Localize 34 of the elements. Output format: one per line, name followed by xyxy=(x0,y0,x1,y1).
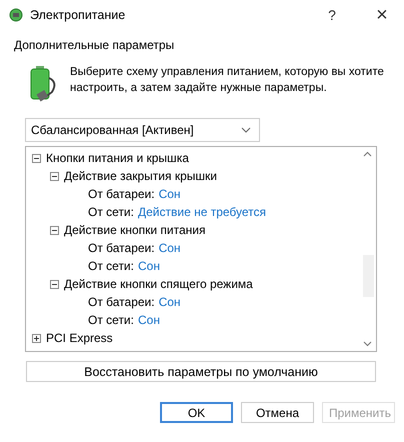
tree-item[interactable]: Действие закрытия крышки xyxy=(64,169,217,183)
setting-label: От сети: xyxy=(88,205,134,219)
setting-label: От батареи: xyxy=(88,295,155,309)
collapse-icon[interactable] xyxy=(50,226,59,234)
setting-label: От батареи: xyxy=(88,241,155,255)
collapse-icon[interactable] xyxy=(50,280,59,288)
setting-value[interactable]: Действие не требуется xyxy=(138,205,266,219)
setting-label: От батареи: xyxy=(88,187,155,201)
tree-item[interactable]: Кнопки питания и крышка xyxy=(46,151,189,165)
collapse-icon[interactable] xyxy=(32,154,41,162)
tree-item[interactable]: PCI Express xyxy=(46,331,113,345)
dialog-button[interactable]: OK xyxy=(160,402,233,423)
plan-dropdown[interactable]: Сбалансированная [Активен] xyxy=(25,118,260,142)
window-title: Электропитание xyxy=(30,8,126,22)
tree-item[interactable]: Действие кнопки питания xyxy=(64,223,206,237)
restore-defaults-button[interactable]: Восстановить параметры по умолчанию xyxy=(26,361,376,382)
setting-label: От сети: xyxy=(88,313,134,327)
tree-item[interactable]: Действие кнопки спящего режима xyxy=(64,277,253,291)
setting-value[interactable]: Сон xyxy=(138,259,160,273)
chevron-down-icon xyxy=(241,127,251,133)
close-button[interactable]: × xyxy=(360,0,404,30)
setting-value[interactable]: Сон xyxy=(138,313,160,327)
section-title: Дополнительные параметры xyxy=(14,38,176,52)
scroll-up-icon[interactable] xyxy=(363,151,372,157)
scroll-down-icon[interactable] xyxy=(363,341,372,347)
setting-value[interactable]: Сон xyxy=(158,241,181,255)
expand-icon[interactable] xyxy=(32,334,41,342)
dialog-button[interactable]: Отмена xyxy=(241,402,314,423)
collapse-icon[interactable] xyxy=(50,172,59,180)
setting-value[interactable]: Сон xyxy=(158,187,181,201)
description-text: Выберите схему управления питанием, которую вы хотите настроить, а затем задайте нужные параметры. xyxy=(70,65,385,96)
setting-label: От сети: xyxy=(88,259,134,273)
setting-value[interactable]: Сон xyxy=(158,295,181,309)
help-button[interactable]: ? xyxy=(310,0,354,30)
